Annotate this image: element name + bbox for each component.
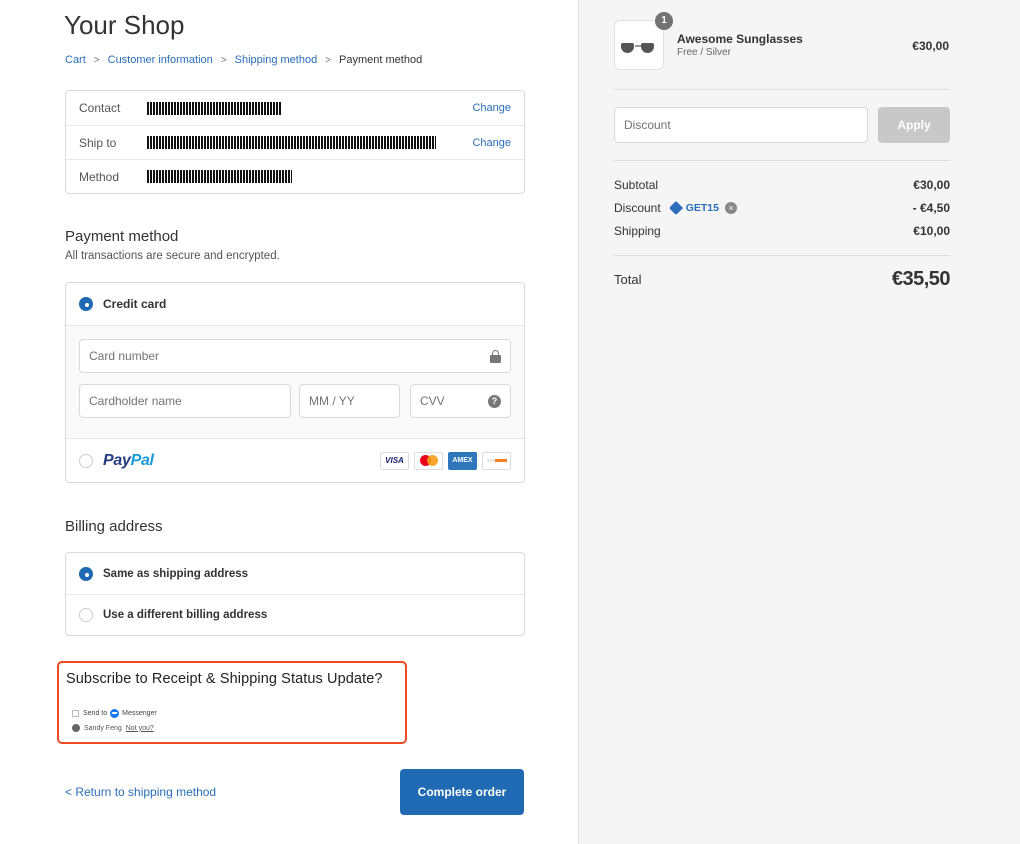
total-row: Total €35,50: [614, 268, 951, 291]
messenger-label: Messenger: [122, 710, 157, 717]
subtotal-row: Subtotal €30,00: [614, 178, 950, 192]
credit-card-radio[interactable]: [79, 297, 93, 311]
breadcrumb-cart[interactable]: Cart: [65, 54, 86, 66]
messenger-checkbox-row[interactable]: Send to Messenger: [72, 709, 157, 718]
card-number-placeholder: Card number: [89, 349, 160, 363]
contact-label: Contact: [79, 101, 121, 115]
apply-button[interactable]: Apply: [878, 107, 950, 143]
not-you-link[interactable]: Not you?: [126, 725, 154, 732]
expiry-placeholder: MM / YY: [309, 394, 355, 408]
breadcrumb-shipping-method[interactable]: Shipping method: [235, 54, 318, 66]
redacted-address: [147, 136, 436, 149]
paypal-logo: PayPal: [103, 451, 154, 469]
main-panel: Your Shop Cart > Customer information > …: [0, 0, 578, 844]
different-address-option[interactable]: Use a different billing address: [66, 594, 524, 635]
total-value: €35,50: [891, 268, 951, 290]
different-address-radio[interactable]: [79, 608, 93, 622]
ship-to-label: Ship to: [79, 135, 117, 150]
shipping-value: €10,00: [913, 224, 950, 238]
expiry-input[interactable]: MM / YY: [299, 384, 400, 418]
quantity-badge: 1: [655, 12, 673, 30]
card-fields: Card number Cardholder name MM / YY CVV …: [66, 325, 524, 439]
review-box: Contact Change Ship to Change Method: [65, 90, 525, 194]
paypal-option[interactable]: PayPal VISA AMEX: [66, 439, 524, 482]
order-summary: 1 Awesome Sunglasses Free / Silver €30,0…: [578, 0, 1020, 844]
redacted-contact: [147, 101, 282, 115]
amex-icon: AMEX: [448, 451, 477, 470]
different-address-label: Use a different billing address: [103, 609, 268, 621]
mastercard-icon: [414, 451, 443, 470]
divider: [614, 255, 950, 256]
discount-row: Discount GET15 × - €4,50: [614, 200, 950, 216]
same-address-label: Same as shipping address: [103, 567, 249, 580]
shipping-row: Shipping €10,00: [614, 224, 950, 238]
billing-options: Same as shipping address Use a different…: [65, 552, 525, 636]
product-variant: Free / Silver: [677, 47, 731, 58]
review-row-contact: Contact Change: [66, 91, 524, 125]
payment-method-title: Payment method: [65, 228, 179, 245]
divider: [614, 89, 950, 90]
cvv-input[interactable]: CVV ?: [410, 384, 511, 418]
credit-card-label: Credit card: [103, 297, 167, 311]
review-row-method: Method: [66, 159, 524, 193]
subtotal-value: €30,00: [913, 178, 950, 192]
sunglasses-icon: [619, 39, 661, 55]
breadcrumb: Cart > Customer information > Shipping m…: [65, 54, 422, 66]
lock-icon: [490, 349, 501, 363]
discover-icon: [482, 451, 511, 470]
discount-code: GET15: [685, 202, 719, 214]
shipping-label: Shipping: [614, 224, 661, 238]
cardholder-name-input[interactable]: Cardholder name: [79, 384, 291, 418]
remove-discount-icon[interactable]: ×: [724, 202, 737, 214]
tag-icon: [668, 200, 683, 216]
subscribe-title: Subscribe to Receipt & Shipping Status U…: [66, 671, 383, 687]
review-row-ship-to: Ship to Change: [66, 125, 524, 159]
same-address-radio[interactable]: [79, 566, 93, 581]
divider: [614, 160, 950, 161]
avatar: [72, 724, 80, 732]
paypal-radio[interactable]: [79, 453, 93, 468]
payment-options: Credit card Card number Cardholder name …: [65, 282, 525, 483]
subtotal-label: Subtotal: [614, 178, 659, 192]
credit-card-option[interactable]: Credit card: [66, 283, 524, 325]
shop-title: Your Shop: [64, 10, 185, 40]
method-label: Method: [79, 169, 120, 184]
user-name: Sandy Feng: [84, 724, 122, 732]
change-contact-link[interactable]: Change: [472, 102, 511, 114]
messenger-checkbox[interactable]: [72, 710, 79, 717]
same-address-option[interactable]: Same as shipping address: [66, 553, 524, 594]
card-number-input[interactable]: Card number: [79, 339, 511, 373]
total-label: Total: [614, 272, 642, 287]
messenger-user-row: Sandy Feng Not you?: [72, 724, 154, 732]
cardholder-placeholder: Cardholder name: [89, 394, 182, 408]
product-thumbnail: [614, 20, 664, 70]
send-to-label: Send to: [83, 710, 108, 717]
change-shipping-link[interactable]: Change: [472, 137, 511, 149]
chevron-right-icon: >: [93, 54, 100, 66]
discount-placeholder: Discount: [624, 118, 671, 132]
payment-method-subtitle: All transactions are secure and encrypte…: [65, 250, 280, 262]
visa-icon: VISA: [380, 451, 409, 470]
subscribe-box: Subscribe to Receipt & Shipping Status U…: [57, 661, 407, 744]
discount-label: Discount: [614, 201, 661, 215]
breadcrumb-customer-information[interactable]: Customer information: [108, 54, 213, 66]
product-price: €30,00: [912, 39, 949, 53]
chevron-right-icon: >: [220, 54, 227, 66]
card-logos: VISA AMEX: [380, 451, 511, 470]
redacted-method: [147, 170, 292, 183]
billing-address-title: Billing address: [65, 518, 163, 535]
breadcrumb-payment-method: Payment method: [339, 54, 423, 66]
messenger-icon: [110, 709, 120, 718]
cvv-placeholder: CVV: [420, 394, 445, 408]
return-to-shipping-link[interactable]: < Return to shipping method: [65, 785, 216, 799]
product-name: Awesome Sunglasses: [677, 32, 803, 46]
discount-input[interactable]: Discount: [614, 107, 868, 143]
discount-value: - €4,50: [912, 201, 950, 215]
complete-order-button[interactable]: Complete order: [400, 769, 524, 815]
chevron-right-icon: >: [325, 54, 332, 66]
question-icon[interactable]: ?: [488, 394, 501, 408]
